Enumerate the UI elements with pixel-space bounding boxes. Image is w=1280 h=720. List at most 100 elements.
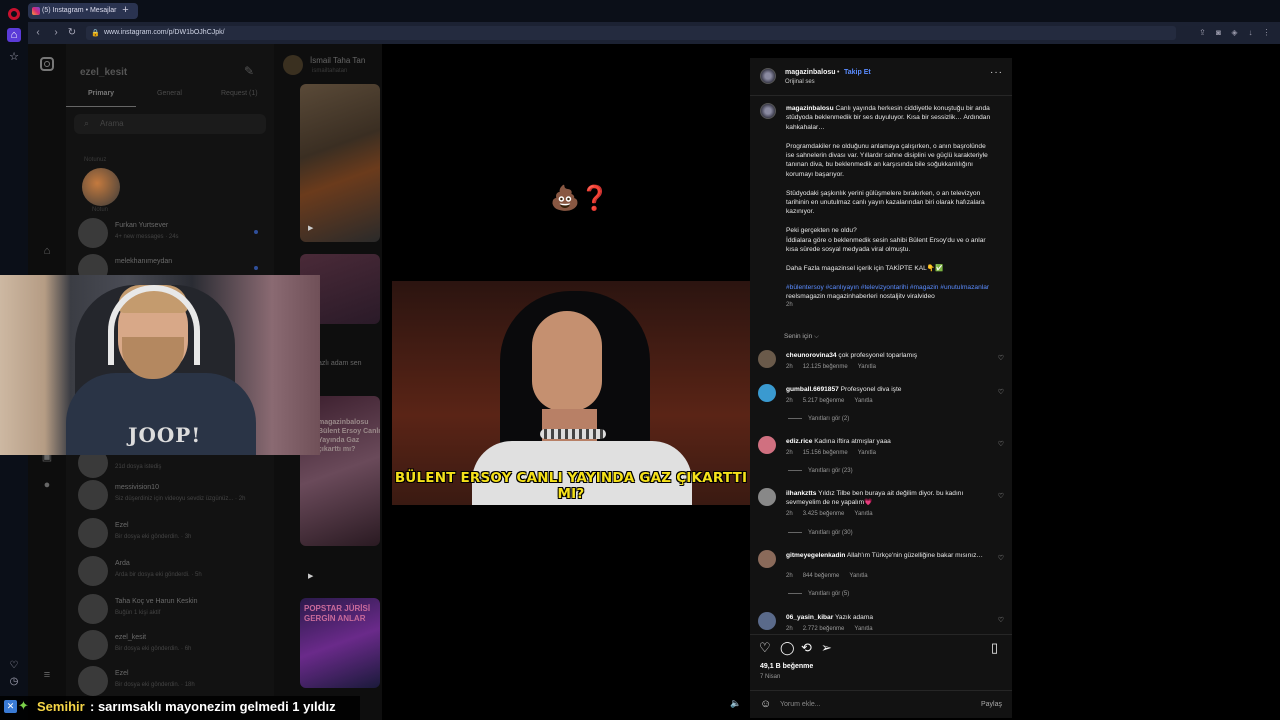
- avatar: [78, 666, 108, 696]
- commenter-avatar[interactable]: [758, 350, 776, 368]
- commenter-username[interactable]: 06_yasin_kibar: [786, 614, 833, 621]
- search-icon: ⌕: [84, 118, 90, 128]
- like-comment-icon[interactable]: ♡: [998, 554, 1004, 562]
- more-nav-icon[interactable]: ≡: [40, 668, 54, 682]
- dm-row[interactable]: ezel_kesit Bir dosya eki gönderdin. · 6h: [78, 630, 258, 662]
- note-avatar[interactable]: [82, 168, 120, 206]
- thread-avatar[interactable]: [283, 55, 303, 75]
- mute-icon[interactable]: 🔈: [730, 698, 741, 709]
- video-player[interactable]: BÜLENT ERSOY CANLI YAYINDA GAZ ÇIKARTTI …: [392, 281, 750, 505]
- compose-icon[interactable]: ✎: [244, 64, 254, 78]
- new-tab-button[interactable]: +: [120, 5, 131, 16]
- caption-avatar[interactable]: [760, 103, 776, 119]
- commenter-username[interactable]: gumball.6691857: [786, 386, 839, 393]
- dm-row[interactable]: Ezel Bir dosya eki gönderdin. · 18h: [78, 666, 258, 698]
- commenter-username[interactable]: ilhankztts: [786, 490, 816, 497]
- comment-icon[interactable]: ◯: [780, 641, 795, 655]
- commenter-avatar[interactable]: [758, 612, 776, 630]
- reload-icon[interactable]: ↻: [66, 27, 78, 39]
- likes-count[interactable]: 49,1 B beğenme: [760, 663, 813, 670]
- commenter-username[interactable]: ediz.rice: [786, 438, 812, 445]
- comment-likes[interactable]: 5.217 beğenme: [803, 398, 845, 404]
- bookmark-sidebar-icon[interactable]: ☆: [7, 50, 21, 64]
- reply-button[interactable]: Yanıtla: [854, 511, 872, 517]
- audio-label[interactable]: Orijinal ses: [785, 79, 815, 85]
- tab-primary[interactable]: Primary: [88, 90, 114, 97]
- dm-row[interactable]: Taha Koç ve Harun Keskin Buğün 1 kişi akt…: [78, 594, 258, 626]
- tab-general[interactable]: General: [157, 90, 182, 97]
- instagram-logo-icon[interactable]: [40, 57, 54, 71]
- thread-name[interactable]: İsmail Taha Tan: [310, 56, 365, 65]
- account-username[interactable]: ezel_kesit: [80, 67, 127, 78]
- like-heart-icon[interactable]: ♡: [759, 641, 771, 655]
- profile-nav-icon[interactable]: ●: [40, 478, 54, 492]
- comment-likes[interactable]: 15.156 beğenme: [803, 450, 848, 456]
- history-icon[interactable]: ◷: [8, 676, 20, 688]
- view-replies-button[interactable]: Yanıtları gör (2): [788, 416, 849, 422]
- view-replies-button[interactable]: Yanıtları gör (23): [788, 468, 853, 474]
- save-bookmark-icon[interactable]: ▯: [991, 641, 998, 655]
- comments-sort-dropdown[interactable]: Senin için ⌵: [784, 333, 819, 341]
- commenter-avatar[interactable]: [758, 384, 776, 402]
- reel-overlay-text: POPSTAR JÜRİSİ GERGİN ANLAR: [304, 604, 371, 623]
- comment-likes[interactable]: 3.425 beğenme: [803, 511, 845, 517]
- comment-likes[interactable]: 2.772 beğenme: [803, 626, 845, 632]
- like-comment-icon[interactable]: ♡: [998, 492, 1004, 500]
- home-nav-icon[interactable]: ⌂: [40, 244, 54, 258]
- caption-hashtags[interactable]: #bülentersoy #canlıyayın #televizyontari…: [786, 284, 989, 291]
- dm-row[interactable]: Furkan Yurtsever 4+ new messages · 24s: [78, 218, 258, 250]
- back-icon[interactable]: ‹: [32, 27, 44, 39]
- comment-likes[interactable]: 12.125 beğenme: [803, 364, 848, 370]
- poster-avatar[interactable]: [760, 68, 776, 84]
- opera-logo-icon[interactable]: [8, 8, 20, 20]
- emoji-picker-icon[interactable]: ☺: [760, 698, 771, 710]
- dm-row[interactable]: Ezel Bir dosya eki gönderdin. · 3h: [78, 518, 258, 550]
- like-comment-icon[interactable]: ♡: [998, 354, 1004, 362]
- tab-underline: [66, 106, 136, 107]
- post-comment-button[interactable]: Paylaş: [981, 701, 1002, 708]
- shared-reel[interactable]: [300, 84, 380, 242]
- more-options-icon[interactable]: ···: [990, 68, 1003, 78]
- home-icon[interactable]: ⌂: [7, 28, 21, 42]
- download-icon[interactable]: ↓: [1246, 28, 1255, 37]
- reply-button[interactable]: Yanıtla: [858, 450, 876, 456]
- reply-button[interactable]: Yanıtla: [854, 398, 872, 404]
- url-field[interactable]: 🔒 www.instagram.com/p/DW1bOJhCJpk/: [86, 26, 1176, 40]
- message-text: azlı adam sen: [318, 360, 362, 367]
- reply-button[interactable]: Yanıtla: [849, 573, 867, 579]
- post-date: 7 Nisan: [760, 674, 781, 680]
- reply-button[interactable]: Yanıtla: [858, 364, 876, 370]
- caption-username[interactable]: magazinbalosu: [786, 105, 834, 112]
- video-icon: ▶: [308, 225, 314, 232]
- comment-likes[interactable]: 844 beğenme: [803, 573, 840, 579]
- commenter-username[interactable]: gitmeyegelenkadin: [786, 552, 845, 559]
- heart-sidebar-icon[interactable]: ♡: [8, 660, 20, 672]
- share-icon[interactable]: ⇪: [1198, 28, 1207, 37]
- like-comment-icon[interactable]: ♡: [998, 440, 1004, 448]
- commenter-avatar[interactable]: [758, 436, 776, 454]
- post-header: [750, 58, 1012, 96]
- commenter-username[interactable]: cheunorovina34: [786, 352, 837, 359]
- search-input[interactable]: ⌕ Arama: [74, 114, 266, 134]
- view-replies-button[interactable]: Yanıtları gör (30): [788, 530, 853, 536]
- like-comment-icon[interactable]: ♡: [998, 616, 1004, 624]
- poster-username[interactable]: magazinbalosu: [785, 69, 836, 76]
- tab-request[interactable]: Request (1): [221, 90, 258, 97]
- menu-icon[interactable]: ⋮: [1262, 28, 1271, 37]
- view-replies-button[interactable]: Yanıtları gör (5): [788, 591, 849, 597]
- share-send-icon[interactable]: ➢: [821, 641, 832, 655]
- like-comment-icon[interactable]: ♡: [998, 388, 1004, 396]
- reply-button[interactable]: Yanıtla: [854, 626, 872, 632]
- camera-icon[interactable]: ◙: [1214, 28, 1223, 37]
- url-text: www.instagram.com/p/DW1bOJhCJpk/: [104, 29, 225, 36]
- commenter-avatar[interactable]: [758, 550, 776, 568]
- dm-row[interactable]: messivision10 Siz düşerdiniz için videoyu…: [78, 480, 258, 512]
- dm-row[interactable]: Arda Arda bir dosya eki gönderdi. · 5h: [78, 556, 258, 588]
- reel-overlay-text: magazinbalosu Bülent Ersoy Canlı Yayında…: [318, 419, 381, 453]
- repost-icon[interactable]: ⟲: [801, 641, 812, 655]
- comment-input[interactable]: Yorum ekle...: [780, 701, 821, 708]
- commenter-avatar[interactable]: [758, 488, 776, 506]
- forward-icon[interactable]: ›: [50, 27, 62, 39]
- shield-icon[interactable]: ◈: [1230, 28, 1239, 37]
- follow-button[interactable]: Takip Et: [844, 69, 871, 76]
